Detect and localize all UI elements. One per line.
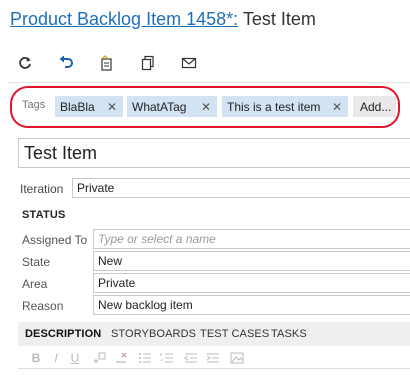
tags-label: Tags [22, 99, 46, 111]
state-field[interactable]: New [93, 251, 410, 271]
add-tag-button[interactable]: Add... [353, 96, 396, 117]
tag-blabla[interactable]: BlaBla ✕ [55, 96, 123, 117]
reason-label: Reason [22, 299, 64, 313]
refresh-icon[interactable] [16, 54, 34, 72]
copy-template-icon[interactable] [98, 54, 116, 72]
status-heading: STATUS [22, 209, 66, 221]
assigned-to-field[interactable]: Type or select a name [93, 229, 410, 249]
work-item-header: Product Backlog Item 1458*: Test Item [10, 9, 316, 30]
description-editor[interactable] [18, 368, 410, 389]
tag-label: BlaBla [60, 99, 95, 114]
tag-label: WhatATag [132, 99, 187, 114]
work-item-link[interactable]: Product Backlog Item 1458*: [10, 9, 238, 29]
increase-indent-icon[interactable] [206, 350, 220, 366]
remove-tag-icon[interactable]: ✕ [332, 100, 348, 114]
bold-button[interactable]: B [30, 350, 42, 366]
undo-icon[interactable] [57, 54, 75, 72]
assigned-to-placeholder: Type or select a name [98, 232, 216, 246]
remove-tag-icon[interactable]: ✕ [107, 100, 123, 114]
tab-tasks[interactable]: TASKS [271, 328, 307, 340]
area-field[interactable]: Private [93, 273, 410, 293]
title-field[interactable]: Test Item [18, 138, 410, 168]
tag-label: This is a test item [227, 99, 321, 114]
decrease-indent-icon[interactable] [184, 350, 198, 366]
toolbar-divider [8, 82, 410, 83]
email-icon[interactable] [180, 54, 198, 72]
numbered-list-icon[interactable] [160, 350, 174, 366]
work-item-header-title: Test Item [238, 9, 316, 29]
tab-storyboards[interactable]: STORYBOARDS [111, 328, 196, 340]
tab-test-cases[interactable]: TEST CASES [200, 328, 269, 340]
remove-link-icon[interactable] [114, 350, 128, 366]
area-label: Area [22, 277, 48, 291]
remove-tag-icon[interactable]: ✕ [201, 100, 217, 114]
assigned-to-label: Assigned To [22, 233, 88, 247]
tag-this-is-a-test-item[interactable]: This is a test item ✕ [222, 96, 348, 117]
bulleted-list-icon[interactable] [138, 350, 152, 366]
insert-image-icon[interactable] [230, 350, 244, 366]
copy-icon[interactable] [139, 54, 157, 72]
iteration-field[interactable]: Private [72, 178, 410, 198]
underline-button[interactable]: U [70, 350, 80, 366]
italic-button[interactable]: I [51, 350, 61, 366]
add-link-icon[interactable] [92, 350, 106, 366]
state-label: State [22, 255, 51, 269]
iteration-label: Iteration [20, 182, 64, 196]
reason-field[interactable]: New backlog item [93, 295, 410, 315]
tag-whatatag[interactable]: WhatATag ✕ [127, 96, 217, 117]
tab-description[interactable]: DESCRIPTION [25, 328, 101, 340]
